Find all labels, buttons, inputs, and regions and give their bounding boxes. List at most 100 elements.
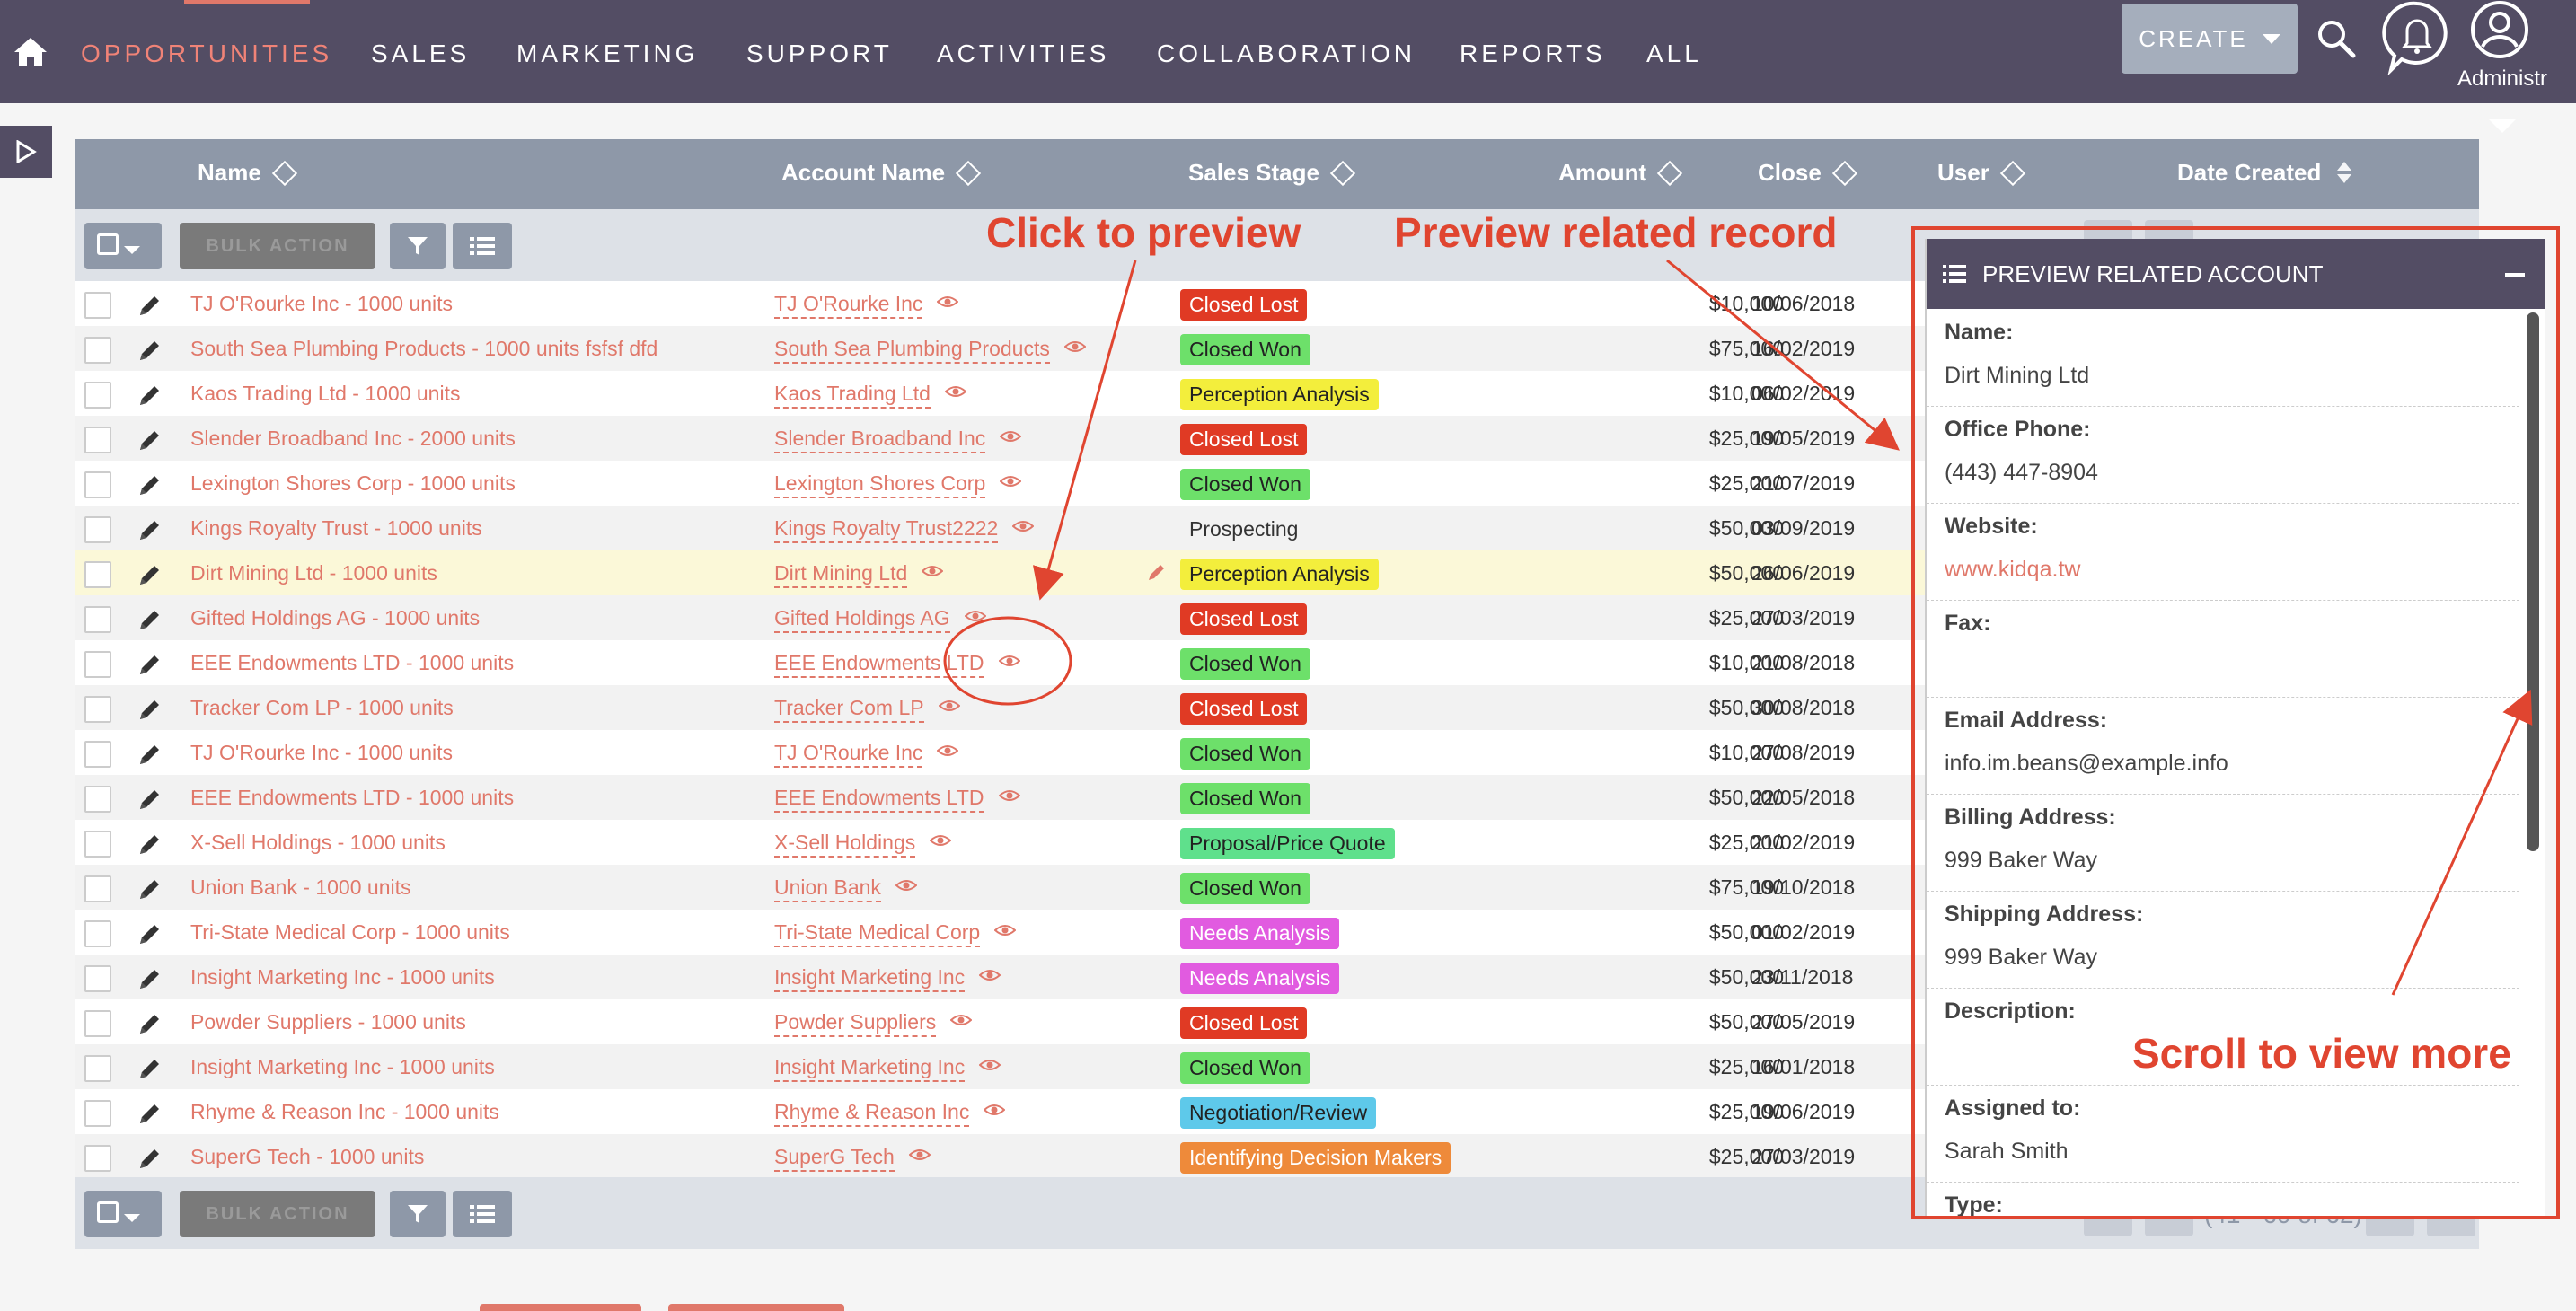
row-checkbox[interactable]	[84, 965, 111, 992]
preview-eye-icon[interactable]	[938, 697, 960, 715]
account-name-link[interactable]: South Sea Plumbing Products	[774, 337, 1050, 364]
edit-icon[interactable]	[137, 741, 163, 768]
account-name-link[interactable]: EEE Endowments LTD	[774, 786, 984, 813]
account-name-link[interactable]: Dirt Mining Ltd	[774, 561, 908, 588]
edit-icon[interactable]	[137, 516, 163, 543]
row-checkbox[interactable]	[84, 696, 111, 723]
account-name-link[interactable]: Tracker Com LP	[774, 696, 924, 723]
opportunity-name-link[interactable]: Tracker Com LP - 1000 units	[190, 696, 454, 720]
opportunity-name-link[interactable]: EEE Endowments LTD - 1000 units	[190, 786, 514, 810]
edit-icon[interactable]	[137, 427, 163, 453]
account-name-link[interactable]: Slender Broadband Inc	[774, 427, 986, 453]
user-avatar-icon[interactable]	[2468, 0, 2531, 63]
edit-icon[interactable]	[137, 471, 163, 498]
nav-marketing[interactable]: MARKETING	[516, 40, 698, 68]
account-name-link[interactable]: Powder Suppliers	[774, 1010, 937, 1037]
edit-icon[interactable]	[137, 1100, 163, 1127]
opportunity-name-link[interactable]: Kaos Trading Ltd - 1000 units	[190, 382, 460, 406]
row-checkbox[interactable]	[84, 1100, 111, 1127]
account-name-link[interactable]: Rhyme & Reason Inc	[774, 1100, 970, 1127]
edit-icon[interactable]	[137, 696, 163, 723]
account-name-link[interactable]: Lexington Shores Corp	[774, 471, 986, 498]
opportunity-name-link[interactable]: Powder Suppliers - 1000 units	[190, 1010, 466, 1034]
col-header-sales-stage[interactable]: Sales Stage	[1188, 159, 1356, 187]
col-header-date-created[interactable]: Date Created	[2177, 159, 2352, 187]
opportunity-name-link[interactable]: Dirt Mining Ltd - 1000 units	[190, 561, 437, 585]
account-name-link[interactable]: Gifted Holdings AG	[774, 606, 950, 633]
sidebar-toggle[interactable]	[0, 126, 52, 178]
preview-eye-icon[interactable]	[979, 1056, 1001, 1074]
nav-all[interactable]: ALL	[1646, 40, 1702, 68]
opportunity-name-link[interactable]: Tri-State Medical Corp - 1000 units	[190, 920, 510, 945]
preview-eye-icon[interactable]	[950, 1011, 973, 1029]
opportunity-name-link[interactable]: Kings Royalty Trust - 1000 units	[190, 516, 482, 541]
preview-eye-icon[interactable]	[930, 831, 952, 849]
nav-collaboration[interactable]: COLLABORATION	[1157, 40, 1416, 68]
account-name-link[interactable]: TJ O'Rourke Inc	[774, 292, 923, 319]
account-name-link[interactable]: X-Sell Holdings	[774, 831, 916, 858]
row-checkbox[interactable]	[84, 1145, 111, 1172]
bulk-action-button[interactable]: BULK ACTION	[180, 223, 375, 269]
edit-icon[interactable]	[137, 561, 163, 588]
preview-eye-icon[interactable]	[1000, 472, 1022, 490]
account-name-link[interactable]: SuperG Tech	[774, 1145, 895, 1172]
edit-icon[interactable]	[137, 875, 163, 902]
row-checkbox[interactable]	[84, 651, 111, 678]
preview-eye-icon[interactable]	[937, 293, 959, 311]
row-checkbox[interactable]	[84, 382, 111, 409]
row-checkbox[interactable]	[84, 337, 111, 364]
edit-icon[interactable]	[137, 831, 163, 858]
bottom-button[interactable]	[668, 1304, 844, 1311]
edit-icon[interactable]	[137, 920, 163, 947]
row-checkbox[interactable]	[84, 561, 111, 588]
account-name-link[interactable]: EEE Endowments LTD	[774, 651, 984, 678]
account-name-link[interactable]: Tri-State Medical Corp	[774, 920, 981, 947]
opportunity-name-link[interactable]: Slender Broadband Inc - 2000 units	[190, 427, 516, 451]
opportunity-name-link[interactable]: Lexington Shores Corp - 1000 units	[190, 471, 516, 496]
nav-activities[interactable]: ACTIVITIES	[937, 40, 1109, 68]
opportunity-name-link[interactable]: SuperG Tech - 1000 units	[190, 1145, 424, 1169]
preview-eye-icon[interactable]	[979, 966, 1001, 984]
opportunity-name-link[interactable]: Insight Marketing Inc - 1000 units	[190, 965, 495, 990]
filter-button[interactable]	[390, 223, 446, 269]
search-icon[interactable]	[2316, 18, 2357, 59]
edit-icon[interactable]	[137, 292, 163, 319]
row-checkbox[interactable]	[84, 831, 111, 858]
opportunity-name-link[interactable]: X-Sell Holdings - 1000 units	[190, 831, 446, 855]
preview-eye-icon[interactable]	[922, 562, 944, 580]
user-name-label[interactable]: Administr	[2457, 66, 2547, 92]
edit-icon[interactable]	[137, 1145, 163, 1172]
preview-eye-icon[interactable]	[1000, 427, 1022, 445]
col-header-close[interactable]: Close	[1758, 159, 1857, 187]
preview-eye-icon[interactable]	[944, 383, 966, 400]
column-chooser-button[interactable]	[453, 223, 512, 269]
preview-eye-icon[interactable]	[998, 787, 1020, 805]
row-checkbox[interactable]	[84, 920, 111, 947]
opportunity-name-link[interactable]: Gifted Holdings AG - 1000 units	[190, 606, 480, 630]
account-name-link[interactable]: Kings Royalty Trust2222	[774, 516, 999, 543]
row-checkbox[interactable]	[84, 786, 111, 813]
opportunity-name-link[interactable]: South Sea Plumbing Products - 1000 units…	[190, 337, 657, 361]
select-all-dropdown[interactable]	[84, 223, 162, 269]
row-checkbox[interactable]	[84, 427, 111, 453]
nav-sales[interactable]: SALES	[371, 40, 470, 68]
col-header-name[interactable]: Name	[198, 159, 297, 187]
row-checkbox[interactable]	[84, 471, 111, 498]
edit-icon[interactable]	[137, 786, 163, 813]
nav-support[interactable]: SUPPORT	[746, 40, 893, 68]
nav-opportunities[interactable]: OPPORTUNITIES	[81, 40, 332, 68]
account-name-link[interactable]: Insight Marketing Inc	[774, 1055, 966, 1082]
opportunity-name-link[interactable]: Rhyme & Reason Inc - 1000 units	[190, 1100, 499, 1124]
preview-eye-icon[interactable]	[1012, 517, 1035, 535]
account-name-link[interactable]: Union Bank	[774, 875, 881, 902]
select-all-dropdown[interactable]	[84, 1191, 162, 1237]
bottom-button[interactable]	[480, 1304, 641, 1311]
notification-bell-icon[interactable]	[2382, 0, 2452, 75]
col-header-amount[interactable]: Amount	[1558, 159, 1683, 187]
preview-eye-icon[interactable]	[937, 742, 959, 760]
nav-reports[interactable]: REPORTS	[1460, 40, 1606, 68]
edit-icon[interactable]	[137, 337, 163, 364]
preview-eye-icon[interactable]	[998, 652, 1020, 670]
row-checkbox[interactable]	[84, 516, 111, 543]
row-checkbox[interactable]	[84, 1010, 111, 1037]
